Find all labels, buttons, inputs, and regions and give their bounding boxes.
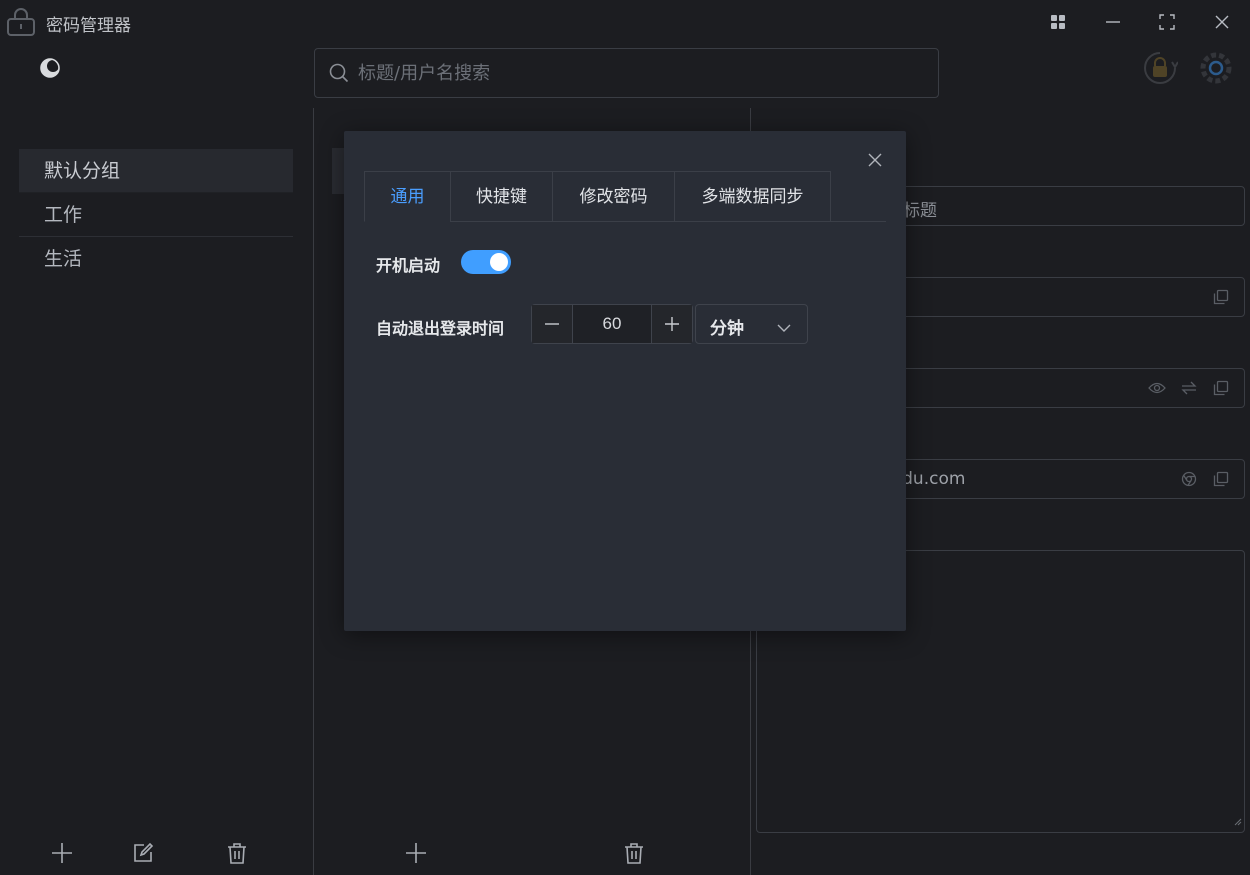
settings-gear-icon[interactable]	[1198, 50, 1234, 86]
delete-entry-button[interactable]	[619, 838, 649, 868]
toggle-knob	[490, 253, 508, 271]
title-bar: 密码管理器	[0, 0, 1250, 44]
tab-multi-device-sync[interactable]: 多端数据同步	[674, 171, 831, 222]
close-icon	[868, 153, 882, 167]
minus-icon	[545, 323, 559, 325]
decrement-button[interactable]	[532, 305, 573, 343]
autostart-toggle[interactable]	[461, 250, 511, 274]
tab-label: 多端数据同步	[701, 187, 804, 207]
tab-change-password[interactable]: 修改密码	[552, 171, 675, 222]
entry-actions	[314, 838, 750, 868]
edit-icon	[134, 842, 154, 862]
auto-logout-value[interactable]: 60	[573, 305, 651, 343]
tab-general[interactable]: 通用	[364, 171, 451, 222]
group-label: 默认分组	[44, 160, 121, 182]
add-icon	[406, 843, 426, 863]
copy-icon[interactable]	[1212, 379, 1230, 397]
title-field-placeholder: 标题	[903, 201, 937, 221]
search-input[interactable]	[358, 49, 928, 97]
grid-icon[interactable]	[1045, 9, 1071, 35]
moon-icon[interactable]	[36, 54, 64, 82]
tab-label: 通用	[390, 187, 425, 207]
group-list: 默认分组 工作 生活	[19, 149, 293, 281]
minimize-icon[interactable]	[1100, 9, 1126, 35]
group-item-life[interactable]: 生活	[19, 237, 293, 281]
auto-logout-stepper: 60	[531, 304, 693, 344]
delete-group-button[interactable]	[222, 838, 252, 868]
search-box	[314, 48, 939, 98]
eye-icon[interactable]	[1148, 379, 1166, 397]
group-label: 生活	[44, 248, 83, 270]
delete-icon	[228, 843, 246, 864]
edit-group-button[interactable]	[128, 838, 158, 868]
resize-grip-icon[interactable]	[1234, 811, 1242, 830]
lock-icon	[6, 8, 36, 36]
group-label: 工作	[44, 204, 83, 226]
close-icon[interactable]	[1209, 9, 1235, 35]
add-group-button[interactable]	[47, 838, 77, 868]
autostart-label: 开机启动	[376, 256, 441, 275]
copy-icon[interactable]	[1212, 288, 1230, 306]
settings-tabs: 通用 快捷键 修改密码 多端数据同步	[364, 171, 886, 222]
time-unit-value: 分钟	[710, 319, 744, 339]
lock-timer-icon[interactable]	[1142, 50, 1178, 86]
group-item-work[interactable]: 工作	[19, 193, 293, 237]
group-item-default[interactable]: 默认分组	[19, 149, 293, 193]
time-unit-select[interactable]: 分钟	[695, 304, 808, 344]
tab-label: 快捷键	[476, 187, 527, 207]
app-title: 密码管理器	[46, 16, 131, 36]
increment-button[interactable]	[651, 305, 692, 343]
add-icon	[52, 843, 72, 863]
auto-logout-label: 自动退出登录时间	[376, 319, 505, 338]
tab-shortcuts[interactable]: 快捷键	[450, 171, 553, 222]
dialog-close-button[interactable]	[864, 149, 886, 171]
column-divider	[313, 108, 314, 875]
chevron-down-icon	[777, 318, 791, 337]
search-icon	[329, 63, 349, 87]
group-actions	[0, 838, 300, 868]
maximize-icon[interactable]	[1154, 9, 1180, 35]
add-entry-button[interactable]	[401, 838, 431, 868]
copy-icon[interactable]	[1212, 470, 1230, 488]
delete-icon	[625, 843, 643, 864]
settings-dialog: 通用 快捷键 修改密码 多端数据同步 开机启动 自动退出登录时间 60 分钟	[344, 131, 906, 631]
generate-password-icon[interactable]	[1180, 379, 1198, 397]
plus-icon	[665, 317, 679, 331]
browser-icon[interactable]	[1180, 470, 1198, 488]
tab-label: 修改密码	[579, 187, 648, 207]
